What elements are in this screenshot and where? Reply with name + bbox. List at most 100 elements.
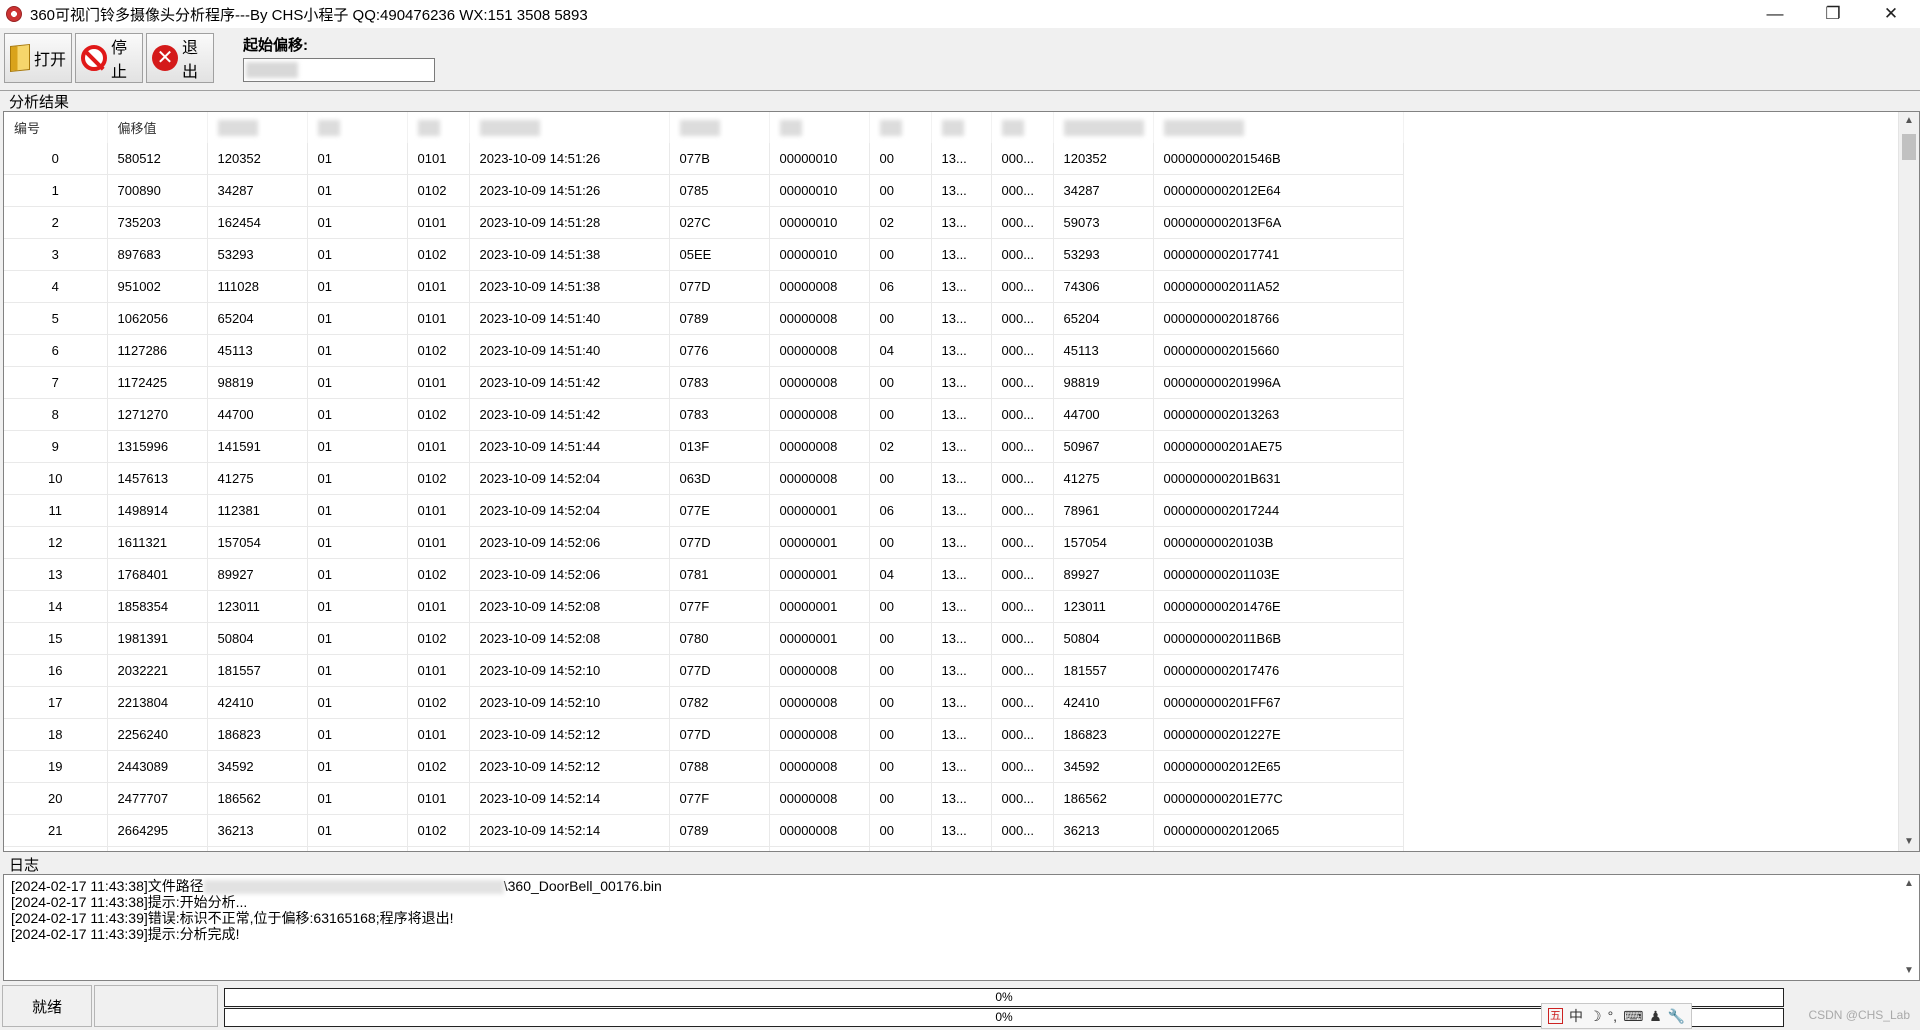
table-cell: 01 (307, 782, 408, 815)
log-panel[interactable]: [2024-02-17 11:43:38]文件路径 \360_DoorBell_0… (3, 874, 1920, 981)
punctuation-icon[interactable]: °, (1608, 1008, 1618, 1024)
table-row[interactable]: 8 1271270 44700 01 0102 2023-10-09 14:51:42 07… (4, 398, 1404, 431)
table-row[interactable]: 15 1981391 50804 01 0102 2023-10-09 14:52:08 0… (4, 622, 1404, 655)
scroll-down-icon[interactable]: ▼ (1899, 833, 1919, 851)
table-cell: 04 (869, 558, 932, 591)
table-cell: 0101 (407, 366, 470, 399)
table-cell: 78961 (1053, 494, 1154, 527)
results-grid[interactable]: 编号 偏移值 0 580512 120352 01 0101 2023-10-09 14:… (3, 111, 1920, 852)
table-row[interactable]: 3 897683 53293 01 0102 2023-10-09 14:51:38 05E… (4, 238, 1404, 271)
wubi-icon[interactable]: 五 (1548, 1008, 1563, 1024)
table-row[interactable]: 19 2443089 34592 01 0102 2023-10-09 14:52:12 0… (4, 750, 1404, 783)
header-redacted[interactable] (931, 112, 992, 143)
header-redacted[interactable] (407, 112, 470, 143)
table-cell: 00000001 (769, 526, 870, 559)
table-row[interactable]: 2227005341766050101012023-10-09 14:52:16… (4, 846, 1404, 851)
table-row[interactable]: 20 2477707 186562 01 0101 2023-10-09 14:52:14… (4, 782, 1404, 815)
header-redacted[interactable] (991, 112, 1054, 143)
user-icon[interactable]: ♟ (1649, 1008, 1662, 1025)
chinese-mode-icon[interactable]: 中 (1569, 1006, 1583, 1026)
table-row[interactable]: 1 700890 34287 01 0102 2023-10-09 14:51:26 078… (4, 174, 1404, 207)
table-cell: 1457613 (107, 462, 208, 495)
scroll-down-icon[interactable]: ▼ (1899, 962, 1919, 980)
table-row[interactable]: 0 580512 120352 01 0101 2023-10-09 14:51:26 07… (4, 143, 1404, 175)
header-redacted[interactable] (1153, 112, 1404, 143)
close-button[interactable]: ✕ (1862, 0, 1920, 28)
table-row[interactable]: 6 1127286 45113 01 0102 2023-10-09 14:51:40 07… (4, 334, 1404, 367)
exit-button[interactable]: ✕ 退出 (146, 33, 214, 83)
stop-icon (81, 45, 107, 71)
scroll-thumb[interactable] (1902, 134, 1916, 160)
table-cell: 157054 (1053, 526, 1154, 559)
scroll-up-icon[interactable]: ▲ (1899, 875, 1919, 893)
table-row[interactable]: 4 951002 111028 01 0101 2023-10-09 14:51:38 07… (4, 270, 1404, 303)
moon-icon[interactable]: ☽ (1589, 1008, 1602, 1025)
stop-button[interactable]: 停止 (75, 33, 143, 83)
table-row[interactable]: 5 1062056 65204 01 0101 2023-10-09 14:51:40 07… (4, 302, 1404, 335)
open-button[interactable]: 打开 (4, 33, 72, 83)
table-cell: 2032221 (107, 654, 208, 687)
table-row[interactable]: 12 1611321 157054 01 0101 2023-10-09 14:52:06… (4, 526, 1404, 559)
table-cell: 65204 (1053, 302, 1154, 335)
table-cell: 000... (991, 462, 1054, 495)
header-redacted[interactable] (307, 112, 408, 143)
table-row[interactable]: 14 1858354 123011 01 0101 2023-10-09 14:52:08… (4, 590, 1404, 623)
progress-text: 0% (995, 1010, 1013, 1024)
table-cell: 13... (931, 526, 992, 559)
table-cell: 22 (4, 846, 108, 851)
header-redacted-text (417, 119, 440, 136)
table-row[interactable]: 18 2256240 186823 01 0101 2023-10-09 14:52:12… (4, 718, 1404, 751)
table-cell: 000000000201103E (1153, 558, 1404, 591)
scroll-up-icon[interactable]: ▲ (1899, 112, 1919, 130)
table-cell: 000... (991, 302, 1054, 335)
table-cell: 000... (991, 526, 1054, 559)
table-cell: 21 (4, 814, 108, 847)
table-row[interactable]: 21 2664295 36213 01 0102 2023-10-09 14:52:14 0… (4, 814, 1404, 847)
app-icon (6, 6, 22, 22)
header-offset[interactable]: 偏移值 (107, 112, 208, 143)
table-cell: 000... (991, 622, 1054, 655)
restore-button[interactable]: ❐ (1804, 0, 1862, 28)
table-row[interactable]: 16 2032221 181557 01 0101 2023-10-09 14:52:10… (4, 654, 1404, 687)
table-cell: 897683 (107, 238, 208, 271)
table-cell: 06 (869, 270, 932, 303)
header-redacted[interactable] (469, 112, 670, 143)
table-cell: 063D (669, 462, 770, 495)
table-row[interactable]: 11 1498914 112381 01 0101 2023-10-09 14:52:04… (4, 494, 1404, 527)
table-cell: 36213 (207, 814, 308, 847)
table-cell: 13... (931, 302, 992, 335)
status-empty-cell (94, 985, 218, 1027)
header-redacted[interactable] (1053, 112, 1154, 143)
table-row[interactable]: 7 1172425 98819 01 0101 2023-10-09 14:51:42 07… (4, 366, 1404, 399)
table-cell: 0101 (407, 782, 470, 815)
table-cell: 00 (869, 462, 932, 495)
keyboard-icon[interactable]: ⌨ (1623, 1008, 1643, 1025)
header-redacted-text (1163, 119, 1244, 136)
table-cell: 13... (931, 430, 992, 463)
wrench-icon[interactable]: 🔧 (1668, 1008, 1685, 1025)
ime-toolbar: 五 中 ☽ °, ⌨ ♟ 🔧 (1541, 1003, 1693, 1029)
table-row[interactable]: 9 1315996 141591 01 0101 2023-10-09 14:51:44 0… (4, 430, 1404, 463)
table-cell: 0000000002011A52 (1153, 270, 1404, 303)
header-index[interactable]: 编号 (4, 112, 108, 143)
results-scrollbar[interactable]: ▲ ▼ (1898, 112, 1919, 851)
table-cell: 2023-10-09 14:51:42 (469, 398, 670, 431)
header-redacted[interactable] (207, 112, 308, 143)
table-row[interactable]: 17 2213804 42410 01 0102 2023-10-09 14:52:10 0… (4, 686, 1404, 719)
table-row[interactable]: 2 735203 162454 01 0101 2023-10-09 14:51:28 02… (4, 206, 1404, 239)
table-cell: 1172425 (107, 366, 208, 399)
header-redacted[interactable] (869, 112, 932, 143)
header-redacted[interactable] (669, 112, 770, 143)
header-redacted-text (1001, 119, 1024, 136)
table-cell: 00000008 (769, 462, 870, 495)
table-row[interactable]: 13 1768401 89927 01 0102 2023-10-09 14:52:06 0… (4, 558, 1404, 591)
header-redacted[interactable] (769, 112, 870, 143)
table-cell: 2 (4, 206, 108, 239)
table-row[interactable]: 10 1457613 41275 01 0102 2023-10-09 14:52:04 0… (4, 462, 1404, 495)
header-redacted-text (1063, 119, 1144, 136)
table-cell: 0776 (669, 334, 770, 367)
log-scrollbar[interactable]: ▲ ▼ (1899, 875, 1919, 980)
minimize-button[interactable]: — (1746, 0, 1804, 28)
table-cell: 18 (4, 718, 108, 751)
table-cell: 13... (931, 206, 992, 239)
